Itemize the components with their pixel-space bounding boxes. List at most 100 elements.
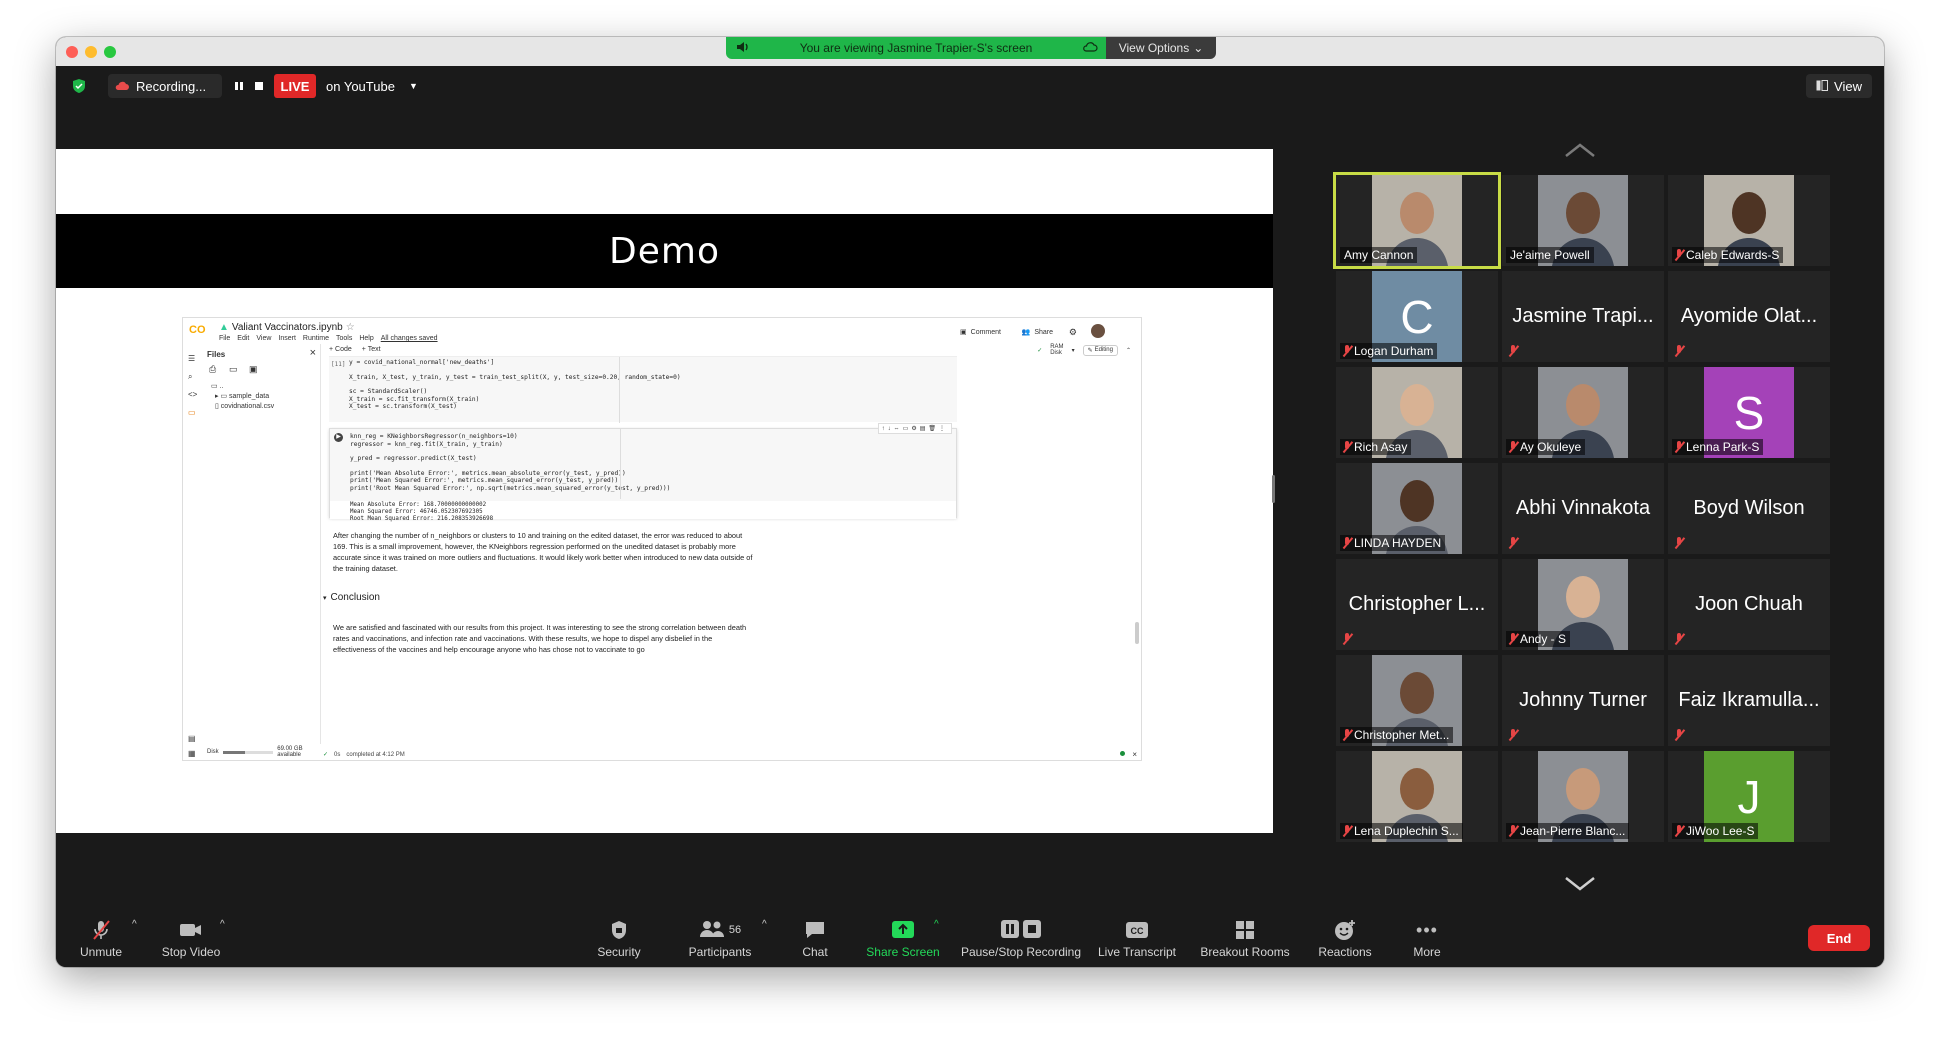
stop-recording-icon[interactable]: [254, 74, 268, 98]
share-options-caret-icon[interactable]: ^: [934, 919, 939, 930]
code-cell[interactable]: [11] y = covid_national_normal['new_deat…: [329, 356, 957, 423]
resources-caret-icon[interactable]: ▾: [1072, 347, 1075, 354]
colab-menu-item[interactable]: Insert: [278, 335, 296, 342]
participant-tile[interactable]: Lena Duplechin S...: [1336, 751, 1498, 842]
participant-tile[interactable]: Amy Cannon: [1333, 172, 1501, 269]
gallery-page-down-icon[interactable]: [1562, 875, 1598, 895]
user-avatar[interactable]: [1091, 324, 1105, 338]
run-cell-icon[interactable]: ▶: [334, 433, 343, 442]
split-resize-handle[interactable]: [1272, 475, 1275, 503]
participant-tile[interactable]: Ay Okuleye: [1502, 367, 1664, 458]
participant-tile[interactable]: S Lenna Park-S: [1668, 367, 1830, 458]
participants-caret-icon[interactable]: ^: [762, 919, 767, 930]
code-line: Mean Squared Error: 46746.052307692305: [350, 509, 483, 515]
participant-tile[interactable]: Boyd Wilson: [1668, 463, 1830, 554]
colab-menu-item[interactable]: View: [256, 335, 271, 342]
security-button[interactable]: Security: [574, 917, 664, 965]
view-label: View: [1834, 78, 1862, 94]
gallery-page-up-icon[interactable]: [1562, 142, 1598, 162]
participant-tile[interactable]: Christopher Met...: [1336, 655, 1498, 746]
view-button[interactable]: View: [1806, 74, 1872, 98]
star-icon[interactable]: ☆: [346, 322, 355, 333]
colab-menu-item[interactable]: File: [219, 335, 230, 342]
participant-tile[interactable]: Christopher L...: [1336, 559, 1498, 650]
toc-icon[interactable]: ☰: [188, 354, 195, 363]
disk-label: Disk: [207, 749, 219, 755]
file-name: covidnational.csv: [220, 403, 275, 410]
scrollbar-thumb[interactable]: [1135, 622, 1139, 644]
terminal-icon[interactable]: ▤: [188, 734, 196, 743]
editing-mode-button[interactable]: ✎ Editing: [1082, 344, 1118, 356]
add-text-button[interactable]: + Text: [362, 346, 381, 353]
pause-stop-recording-button[interactable]: Pause/Stop Recording: [956, 917, 1086, 965]
participant-tile[interactable]: Caleb Edwards-S: [1668, 175, 1830, 266]
participant-name-label: Christopher Met...: [1340, 727, 1454, 743]
video-options-caret-icon[interactable]: ^: [220, 919, 225, 930]
code-cell-active[interactable]: ▶ knn_reg = KNeighborsRegressor(n_neighb…: [329, 423, 957, 522]
participant-tile[interactable]: J JiWoo Lee-S: [1668, 751, 1830, 842]
folder-icon[interactable]: ▭: [188, 408, 196, 417]
upload-file-icon[interactable]: ⎙: [209, 364, 216, 375]
participant-tile[interactable]: Abhi Vinnakota: [1502, 463, 1664, 554]
encryption-shield-icon[interactable]: [72, 74, 92, 98]
view-options-label: View Options: [1118, 41, 1190, 55]
files-title: Files: [207, 350, 226, 359]
breakout-rooms-button[interactable]: Breakout Rooms: [1192, 917, 1298, 965]
end-meeting-button[interactable]: End: [1808, 925, 1870, 951]
code-snippets-icon[interactable]: <>: [188, 390, 197, 399]
comment-label: Comment: [970, 328, 1001, 336]
code-line: X_train, X_test, y_train, y_test = train…: [349, 373, 681, 381]
colab-menu-item[interactable]: Help: [359, 335, 373, 342]
participant-tile[interactable]: Faiz Ikramulla...: [1668, 655, 1830, 746]
participant-tile[interactable]: C Logan Durham: [1336, 271, 1498, 362]
participant-tile[interactable]: Jasmine Trapi...: [1502, 271, 1664, 362]
cell-toolbar[interactable]: ↑↓⇔▭⚙▤🗑⋮: [877, 423, 952, 434]
audio-options-caret-icon[interactable]: ^: [132, 919, 137, 930]
recording-indicator[interactable]: Recording...: [108, 74, 222, 98]
view-options-button[interactable]: View Options ⌄: [1106, 37, 1216, 59]
file-tree-item[interactable]: ▸ ▭ sample_data: [211, 392, 274, 402]
new-folder-icon[interactable]: ▭: [229, 364, 238, 375]
pause-icon: [1001, 919, 1019, 941]
colab-menu-item[interactable]: Runtime: [303, 335, 329, 342]
close-status-icon[interactable]: ×: [1132, 750, 1137, 759]
participant-tile[interactable]: Johnny Turner: [1502, 655, 1664, 746]
file-tree-item[interactable]: ▯ covidnational.csv: [211, 402, 274, 412]
participant-tile[interactable]: Rich Asay: [1336, 367, 1498, 458]
colab-menu-item[interactable]: All changes saved: [381, 335, 438, 342]
participants-button[interactable]: 56 Participants: [670, 917, 770, 965]
more-button[interactable]: ••• More: [1382, 917, 1472, 965]
reactions-button[interactable]: Reactions: [1300, 917, 1390, 965]
search-icon[interactable]: ⌕: [188, 372, 192, 382]
colab-menu-item[interactable]: Tools: [336, 335, 352, 342]
command-palette-icon[interactable]: ▦: [188, 749, 196, 758]
title-bar: You are viewing Jasmine Trapier-S's scre…: [56, 37, 1884, 66]
participant-tile[interactable]: LINDA HAYDEN: [1336, 463, 1498, 554]
colab-menu-item[interactable]: Edit: [237, 335, 249, 342]
settings-gear-icon[interactable]: ⚙: [1069, 327, 1077, 338]
collapse-header-icon[interactable]: ⌃: [1126, 347, 1131, 354]
notebook-title[interactable]: Valiant Vaccinators.ipynb: [232, 322, 343, 333]
live-stream-menu[interactable]: on YouTube ▼: [326, 74, 418, 98]
comment-button[interactable]: ▣ Comment: [960, 328, 1001, 337]
zoom-window-button[interactable]: [104, 46, 116, 58]
minimize-window-button[interactable]: [85, 46, 97, 58]
close-window-button[interactable]: [66, 46, 78, 58]
chat-button[interactable]: Chat: [770, 917, 860, 965]
file-tree-item[interactable]: ▭ ..: [211, 382, 274, 392]
share-button[interactable]: 👥 Share: [1022, 328, 1053, 337]
participant-tile[interactable]: Joon Chuah: [1668, 559, 1830, 650]
close-icon[interactable]: ×: [310, 347, 316, 359]
live-badge[interactable]: LIVE: [274, 74, 316, 98]
pause-recording-icon[interactable]: [234, 74, 248, 98]
collapse-section-icon[interactable]: ▾: [323, 594, 327, 602]
participant-tile[interactable]: Je'aime Powell: [1502, 175, 1664, 266]
participant-tile[interactable]: Andy - S: [1502, 559, 1664, 650]
participant-tile[interactable]: Jean-Pierre Blanc...: [1502, 751, 1664, 842]
mount-drive-icon[interactable]: ▣: [249, 364, 258, 375]
participant-tile[interactable]: Ayomide Olat...: [1668, 271, 1830, 362]
muted-mic-icon: [1508, 633, 1518, 645]
colab-logo-icon: CO: [189, 324, 206, 336]
add-code-button[interactable]: + Code: [329, 346, 352, 353]
live-transcript-button[interactable]: CC Live Transcript: [1087, 917, 1187, 965]
